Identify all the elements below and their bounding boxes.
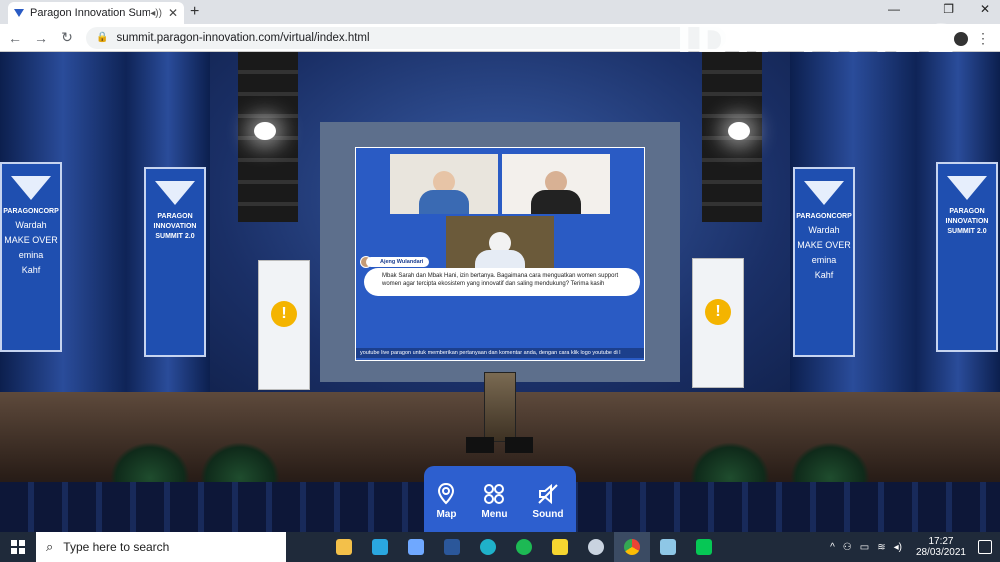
speaker-camera-1	[390, 154, 498, 214]
info-alert-icon[interactable]: !	[271, 301, 297, 327]
maximize-icon[interactable]: ❐	[943, 2, 954, 16]
sound-mute-icon	[538, 483, 558, 504]
start-button[interactable]	[0, 532, 36, 562]
left-spotlight	[254, 122, 276, 140]
browser-menu-icon[interactable]: ⋮	[976, 30, 990, 47]
map-label: Map	[436, 508, 457, 520]
podium	[484, 372, 516, 442]
back-icon[interactable]: ←	[4, 30, 26, 46]
profile-avatar[interactable]	[952, 30, 970, 48]
notification-center-icon[interactable]	[978, 540, 992, 554]
reload-icon[interactable]: ↻	[56, 29, 78, 46]
edge-icon[interactable]	[470, 532, 506, 562]
sound-button[interactable]: Sound	[532, 483, 564, 520]
sticky-notes-icon[interactable]	[542, 532, 578, 562]
banner-paragoncorp-right: PARAGONCORP Wardah MAKE OVER emina Kahf	[793, 167, 855, 357]
banner-summit-right: PARAGON INNOVATION SUMMIT 2.0	[936, 162, 998, 352]
speaker-camera-2	[502, 154, 610, 214]
taskbar-search-input[interactable]: ⌕ Type here to search	[36, 532, 286, 562]
right-spotlight	[728, 122, 750, 140]
people-icon[interactable]: ⚇	[843, 542, 852, 553]
url-text: summit.paragon-innovation.com/virtual/in…	[116, 31, 370, 44]
host-camera	[446, 216, 554, 274]
rollup-banner-left[interactable]: !	[258, 260, 310, 390]
lock-icon: 🔒	[96, 32, 109, 43]
clock-time: 17:27	[928, 536, 954, 547]
chat-question-bubble: Mbak Sarah dan Mbak Hani, izin bertanya.…	[364, 268, 640, 296]
forward-icon[interactable]: →	[30, 30, 52, 46]
paragon-logo-icon	[804, 181, 844, 205]
info-ticker: youtube live paragon untuk memberikan pe…	[356, 348, 644, 358]
tab-title: Paragon Innovation Summit ...	[30, 7, 151, 19]
address-bar[interactable]: 🔒 summit.paragon-innovation.com/virtual/…	[86, 26, 726, 49]
info-alert-icon[interactable]: !	[705, 299, 731, 325]
rollup-banner-right[interactable]: !	[692, 258, 744, 388]
chat-user-name: Ajeng Wulandari	[366, 257, 430, 267]
grid-menu-icon	[484, 483, 505, 504]
window-close-icon[interactable]: ✕	[980, 2, 990, 16]
minimize-icon[interactable]: —	[888, 2, 900, 16]
banner-paragoncorp-left: PARAGONCORP Wardah MAKE OVER emina Kahf	[0, 162, 62, 352]
paragon-logo-icon	[155, 181, 195, 205]
windows-logo-icon	[11, 540, 25, 554]
map-button[interactable]: Map	[436, 482, 457, 520]
stage-monitor	[505, 437, 533, 453]
search-placeholder: Type here to search	[63, 540, 170, 554]
map-pin-icon	[438, 482, 455, 504]
menu-button[interactable]: Menu	[481, 483, 507, 520]
chrome-icon[interactable]	[614, 532, 650, 562]
file-explorer-icon[interactable]	[326, 532, 362, 562]
chevron-up-icon[interactable]: ^	[830, 542, 835, 553]
paragon-logo-icon	[11, 176, 51, 200]
system-tray: ^ ⚇ ▭ ≋ ◂) 17:27 28/03/2021	[830, 532, 992, 562]
battery-icon[interactable]: ▭	[860, 542, 869, 553]
tab-close-icon[interactable]: ✕	[168, 6, 178, 20]
l-app-icon[interactable]	[362, 532, 398, 562]
store-icon[interactable]	[398, 532, 434, 562]
paragon-logo-icon	[947, 176, 987, 200]
menu-label: Menu	[481, 508, 508, 520]
stage-video-screen[interactable]: Ajeng Wulandari Mbak Sarah dan Mbak Hani…	[355, 147, 645, 361]
windows-taskbar: ⌕ Type here to search ^ ⚇ ▭ ≋ ◂) 17:27 2…	[0, 532, 1000, 562]
taskbar-clock[interactable]: 17:27 28/03/2021	[916, 536, 966, 558]
stage-monitor	[466, 437, 494, 453]
paint-icon[interactable]	[578, 532, 614, 562]
line-icon[interactable]	[686, 532, 722, 562]
word-icon[interactable]	[434, 532, 470, 562]
clock-date: 28/03/2021	[915, 547, 966, 558]
spotify-icon[interactable]	[506, 532, 542, 562]
control-dock: Map Menu Sound	[424, 466, 576, 532]
notepad-icon[interactable]	[650, 532, 686, 562]
search-icon: ⌕	[46, 539, 54, 554]
wifi-icon[interactable]: ≋	[877, 542, 885, 553]
browser-tab[interactable]: Paragon Innovation Summit ... ◂)) ✕	[8, 2, 184, 24]
sound-label: Sound	[532, 508, 564, 520]
paragon-favicon-icon	[14, 9, 24, 17]
volume-icon[interactable]: ◂)	[894, 542, 902, 553]
taskbar-apps	[326, 532, 722, 562]
new-tab-icon[interactable]: +	[190, 3, 199, 21]
tab-audio-icon[interactable]: ◂))	[150, 8, 162, 19]
banner-summit-left: PARAGON INNOVATION SUMMIT 2.0	[144, 167, 206, 357]
